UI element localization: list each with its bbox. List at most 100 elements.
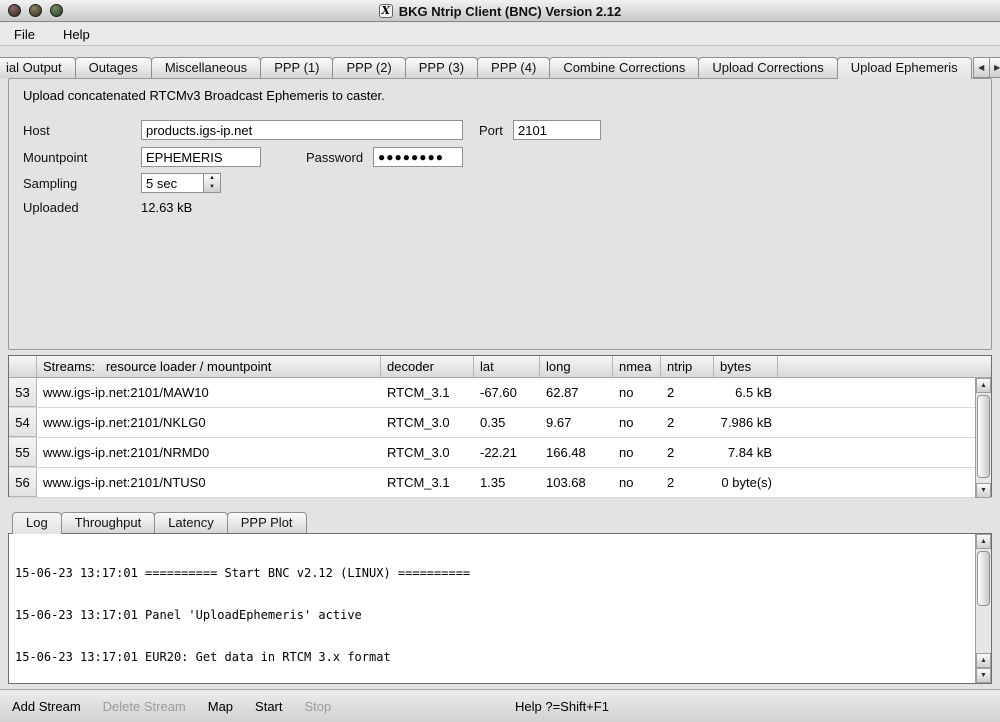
tab-outages[interactable]: Outages <box>75 57 152 78</box>
cell-bytes: 0 byte(s) <box>714 468 778 497</box>
log-line: 15-06-23 13:17:01 Panel 'UploadEphemeris… <box>15 608 969 622</box>
cell-ntrip: 2 <box>661 468 714 497</box>
col-header-decoder[interactable]: decoder <box>381 356 474 377</box>
cell-lat: 0.35 <box>474 408 540 437</box>
cell-mountpoint: www.igs-ip.net:2101/NRMD0 <box>37 438 381 467</box>
log-line: 15-06-23 13:17:01 ========== Start BNC v… <box>15 566 969 580</box>
streams-scrollbar[interactable]: ▲ ▼ <box>975 378 991 498</box>
col-header-lat[interactable]: lat <box>474 356 540 377</box>
menu-file[interactable]: File <box>12 25 37 44</box>
col-header-mountpoint[interactable]: Streams: resource loader / mountpoint <box>37 356 381 377</box>
cell-long: 9.67 <box>540 408 613 437</box>
cell-mountpoint: www.igs-ip.net:2101/NTUS0 <box>37 468 381 497</box>
tab-ppp-3[interactable]: PPP (3) <box>405 57 478 78</box>
password-input[interactable] <box>373 147 463 167</box>
streams-table: Streams: resource loader / mountpoint de… <box>8 355 992 497</box>
bnc-window: X BKG Ntrip Client (BNC) Version 2.12 Fi… <box>0 0 1000 722</box>
log-scrollbar[interactable]: ▲ ▲ ▼ <box>975 534 991 683</box>
tab-ppp-4[interactable]: PPP (4) <box>477 57 550 78</box>
scrollbar-thumb[interactable] <box>977 551 990 606</box>
cell-nmea: no <box>613 468 661 497</box>
cell-nmea: no <box>613 438 661 467</box>
upload-ephemeris-panel: Upload concatenated RTCMv3 Broadcast Eph… <box>8 78 992 350</box>
spin-down-icon[interactable]: ▼ <box>204 183 220 192</box>
tab-scroll-left-icon[interactable]: ◀ <box>973 57 990 78</box>
tab-upload-corrections[interactable]: Upload Corrections <box>698 57 837 78</box>
delete-stream-button: Delete Stream <box>103 699 186 714</box>
col-header-bytes[interactable]: bytes <box>714 356 778 377</box>
help-shortcut-label: Help ?=Shift+F1 <box>515 690 609 722</box>
row-number: 54 <box>9 408 37 437</box>
bottom-toolbar: Add Stream Delete Stream Map Start Stop … <box>0 689 1000 722</box>
tab-latency[interactable]: Latency <box>154 512 228 533</box>
tab-ppp-2[interactable]: PPP (2) <box>332 57 405 78</box>
streams-table-body: 53 www.igs-ip.net:2101/MAW10 RTCM_3.1 -6… <box>9 378 975 498</box>
table-corner[interactable] <box>9 356 37 377</box>
cell-lat: 1.35 <box>474 468 540 497</box>
tab-scrollers: ◀ ▶ <box>973 57 1000 78</box>
tab-scroll-right-icon[interactable]: ▶ <box>989 57 1000 78</box>
window-title: BKG Ntrip Client (BNC) Version 2.12 <box>399 4 621 19</box>
menubar: File Help <box>0 23 1000 46</box>
table-row[interactable]: 54 www.igs-ip.net:2101/NKLG0 RTCM_3.0 0.… <box>9 408 975 438</box>
cell-bytes: 6.5 kB <box>714 378 778 407</box>
tab-upload-ephemeris[interactable]: Upload Ephemeris <box>837 57 972 79</box>
cell-ntrip: 2 <box>661 438 714 467</box>
stop-button: Stop <box>305 699 332 714</box>
tab-combine-corrections[interactable]: Combine Corrections <box>549 57 699 78</box>
tab-throughput[interactable]: Throughput <box>61 512 156 533</box>
table-row[interactable]: 55 www.igs-ip.net:2101/NRMD0 RTCM_3.0 -2… <box>9 438 975 468</box>
scroll-up-icon[interactable]: ▲ <box>976 653 991 668</box>
port-label: Port <box>479 123 503 138</box>
cell-long: 166.48 <box>540 438 613 467</box>
port-input[interactable] <box>513 120 601 140</box>
scroll-down-icon[interactable]: ▼ <box>976 483 991 498</box>
cell-ntrip: 2 <box>661 408 714 437</box>
cell-bytes: 7.986 kB <box>714 408 778 437</box>
tab-log[interactable]: Log <box>12 512 62 534</box>
row-number: 53 <box>9 378 37 407</box>
table-row[interactable]: 53 www.igs-ip.net:2101/MAW10 RTCM_3.1 -6… <box>9 378 975 408</box>
spin-up-icon[interactable]: ▲ <box>204 174 220 183</box>
x11-app-icon: X <box>379 4 393 18</box>
streams-table-header: Streams: resource loader / mountpoint de… <box>9 356 991 378</box>
cell-ntrip: 2 <box>661 378 714 407</box>
cell-decoder: RTCM_3.1 <box>381 468 474 497</box>
top-tabbar: ial Output Outages Miscellaneous PPP (1)… <box>0 57 1000 78</box>
scrollbar-thumb[interactable] <box>977 395 990 478</box>
cell-nmea: no <box>613 378 661 407</box>
cell-bytes: 7.84 kB <box>714 438 778 467</box>
start-button[interactable]: Start <box>255 699 282 714</box>
menu-help[interactable]: Help <box>61 25 92 44</box>
map-button[interactable]: Map <box>208 699 233 714</box>
cell-mountpoint: www.igs-ip.net:2101/MAW10 <box>37 378 381 407</box>
log-output[interactable]: 15-06-23 13:17:01 ========== Start BNC v… <box>9 534 975 683</box>
col-header-ntrip[interactable]: ntrip <box>661 356 714 377</box>
table-row[interactable]: 56 www.igs-ip.net:2101/NTUS0 RTCM_3.1 1.… <box>9 468 975 498</box>
sampling-label: Sampling <box>23 176 77 191</box>
cell-decoder: RTCM_3.0 <box>381 438 474 467</box>
tab-serial-output[interactable]: ial Output <box>0 57 76 78</box>
row-number: 56 <box>9 468 37 497</box>
row-number: 55 <box>9 438 37 467</box>
scroll-up-icon[interactable]: ▲ <box>976 378 991 393</box>
bottom-tabbar: Log Throughput Latency PPP Plot <box>12 512 306 533</box>
sampling-spinbox[interactable] <box>141 173 204 193</box>
col-header-filler <box>778 356 991 377</box>
add-stream-button[interactable]: Add Stream <box>12 699 81 714</box>
titlebar[interactable]: X BKG Ntrip Client (BNC) Version 2.12 <box>0 0 1000 22</box>
tab-ppp-plot[interactable]: PPP Plot <box>227 512 307 533</box>
tab-ppp-1[interactable]: PPP (1) <box>260 57 333 78</box>
scroll-up-icon[interactable]: ▲ <box>976 534 991 549</box>
title-area: X BKG Ntrip Client (BNC) Version 2.12 <box>0 0 1000 22</box>
panel-description: Upload concatenated RTCMv3 Broadcast Eph… <box>23 88 385 103</box>
host-input[interactable] <box>141 120 463 140</box>
col-header-long[interactable]: long <box>540 356 613 377</box>
tab-miscellaneous[interactable]: Miscellaneous <box>151 57 261 78</box>
col-header-nmea[interactable]: nmea <box>613 356 661 377</box>
mountpoint-input[interactable] <box>141 147 261 167</box>
host-label: Host <box>23 123 50 138</box>
mountpoint-label: Mountpoint <box>23 150 87 165</box>
cell-lat: -22.21 <box>474 438 540 467</box>
scroll-down-icon[interactable]: ▼ <box>976 668 991 683</box>
